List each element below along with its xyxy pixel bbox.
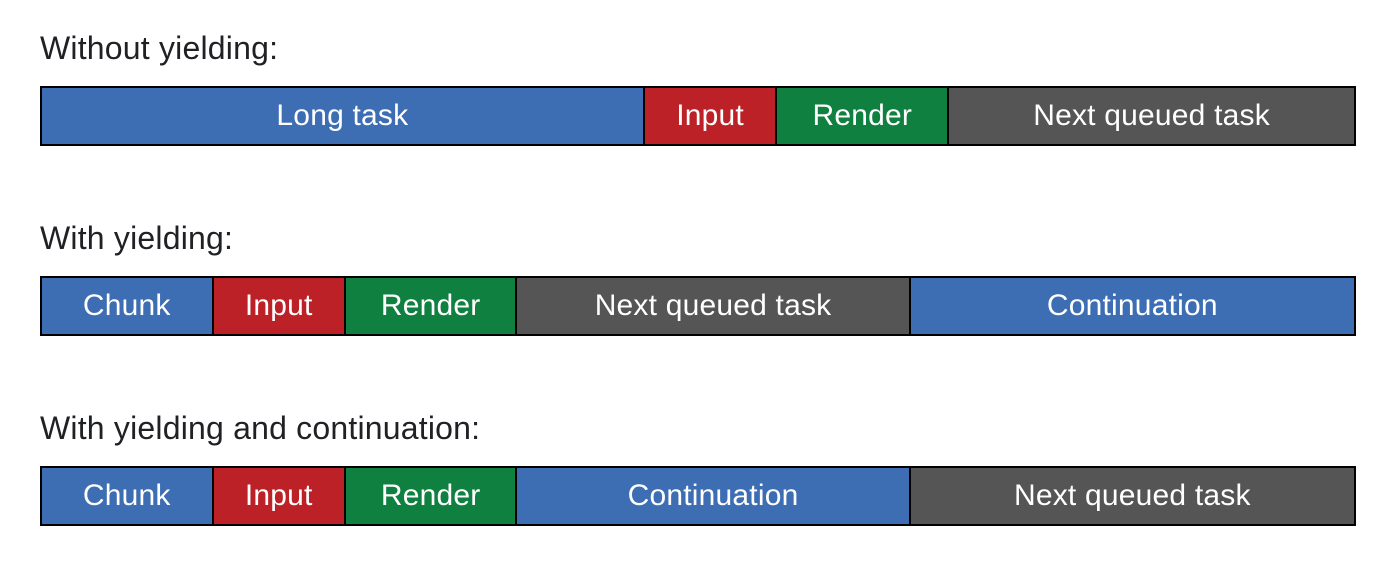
task-block: Long task: [40, 86, 645, 146]
task-block: Render: [346, 276, 518, 336]
task-block: Input: [214, 466, 346, 526]
task-block: Continuation: [911, 276, 1356, 336]
task-bar: Chunk Input Render Continuation Next que…: [40, 466, 1356, 526]
task-bar: Long task Input Render Next queued task: [40, 86, 1356, 146]
row-heading: Without yielding:: [40, 30, 278, 67]
task-block: Continuation: [517, 466, 910, 526]
task-block: Render: [346, 466, 518, 526]
task-block: Input: [214, 276, 346, 336]
diagram-canvas: Without yielding: Long task Input Render…: [0, 0, 1396, 588]
task-block: Chunk: [40, 276, 214, 336]
task-block: Chunk: [40, 466, 214, 526]
task-block: Next queued task: [911, 466, 1356, 526]
task-block: Render: [777, 86, 949, 146]
task-block: Next queued task: [949, 86, 1356, 146]
task-block: Input: [645, 86, 778, 146]
task-bar: Chunk Input Render Next queued task Cont…: [40, 276, 1356, 336]
task-block: Next queued task: [517, 276, 910, 336]
row-heading: With yielding and continuation:: [40, 410, 480, 447]
row-heading: With yielding:: [40, 220, 233, 257]
